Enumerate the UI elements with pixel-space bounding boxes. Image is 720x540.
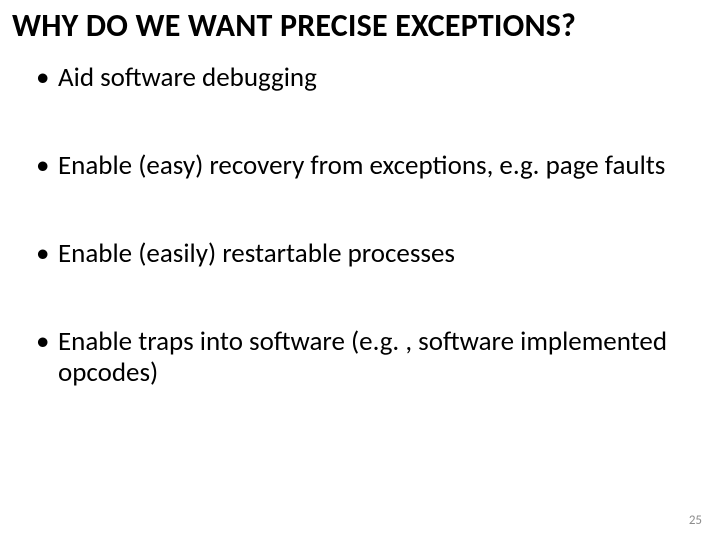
slide: WHY DO WE WANT PRECISE EXCEPTIONS? Aid s…	[0, 0, 720, 540]
bullet-item: Enable (easy) recovery from exceptions, …	[30, 150, 690, 182]
bullet-item: Enable (easily) restartable processes	[30, 238, 690, 270]
slide-title: WHY DO WE WANT PRECISE EXCEPTIONS?	[12, 8, 708, 43]
bullet-item: Enable traps into software (e.g. , softw…	[30, 326, 690, 390]
bullet-item: Aid software debugging	[30, 62, 690, 94]
page-number: 25	[689, 513, 702, 528]
slide-body: Aid software debugging Enable (easy) rec…	[30, 62, 690, 445]
bullet-list: Aid software debugging Enable (easy) rec…	[30, 62, 690, 389]
